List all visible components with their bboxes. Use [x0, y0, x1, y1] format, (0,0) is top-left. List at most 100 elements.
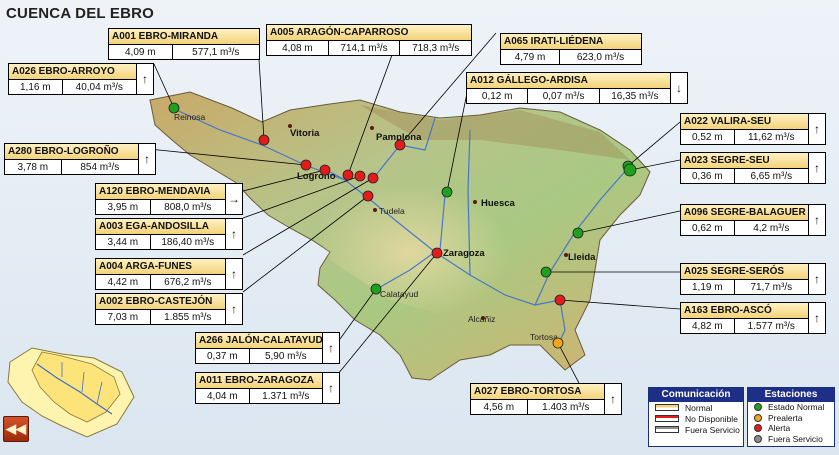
- station-flow: 1.371 m³/s: [250, 389, 323, 404]
- station-level: 4,42 m: [96, 275, 151, 290]
- station-title: A022 VALIRA-SEU: [681, 114, 809, 130]
- station-title: A163 EBRO-ASCÓ: [681, 303, 809, 319]
- trend-arrow-icon: ↑: [808, 153, 825, 183]
- station-title: A003 EGA-ANDOSILLA: [96, 219, 226, 235]
- station-box-a023[interactable]: A023 SEGRE-SEU 0,36 m 6,65 m³/s ↑: [680, 152, 826, 184]
- city-label: Lleida: [568, 252, 596, 263]
- station-flow: 186,40 m³/s: [151, 235, 226, 250]
- station-marker-a025[interactable]: [540, 266, 552, 278]
- station-marker-a065[interactable]: [394, 139, 406, 151]
- station-title: A025 SEGRE-SERÓS: [681, 264, 809, 280]
- legend-comunicacion: Comunicación Normal No Disponible Fuera Se…: [648, 387, 744, 447]
- legend-comunicacion-item: Fuera Servicio: [649, 424, 743, 435]
- legend-estaciones: Estaciones Estado Normal Prealerta Alerta F…: [747, 387, 835, 447]
- station-flow: 6,65 m³/s: [735, 169, 809, 184]
- station-box-a005[interactable]: A005 ARAGÓN-CAPARROSO 4,08 m 714,1 m³/s 718…: [266, 24, 472, 56]
- station-title: A026 EBRO-ARROYO: [9, 64, 137, 80]
- station-box-a012[interactable]: A012 GÁLLEGO-ARDISA 0,12 m 0,07 m³/s 16,35 …: [466, 72, 688, 104]
- legend-dot-icon: [754, 424, 762, 433]
- city-label: Alcañiz: [468, 314, 495, 324]
- station-box-a001[interactable]: A001 EBRO-MIRANDA 4,09 m 577,1 m³/s: [108, 28, 260, 60]
- station-flow: 0,07 m³/s: [528, 89, 600, 104]
- station-box-a266[interactable]: A266 JALÓN-CALATAYUD 0,37 m 5,90 m³/s ↑: [195, 332, 340, 364]
- station-box-a022[interactable]: A022 VALIRA-SEU 0,52 m 11,62 m³/s ↑: [680, 113, 826, 145]
- station-marker-a023[interactable]: [623, 163, 637, 177]
- station-marker-a026[interactable]: [168, 102, 180, 114]
- station-marker-a001[interactable]: [258, 134, 270, 146]
- station-flow: 5,90 m³/s: [250, 349, 323, 364]
- trend-arrow-icon: ↑: [322, 333, 339, 363]
- station-title: A280 EBRO-LOGROÑO: [5, 144, 139, 160]
- station-marker-a002[interactable]: [362, 190, 374, 202]
- station-level: 4,82 m: [681, 319, 735, 334]
- station-box-a163[interactable]: A163 EBRO-ASCÓ 4,82 m 1.577 m³/s ↑: [680, 302, 826, 334]
- station-flow2: 16,35 m³/s: [600, 89, 671, 104]
- legend-comunicacion-title: Comunicación: [649, 388, 743, 402]
- station-level: 4,79 m: [501, 50, 560, 65]
- station-flow: 808,0 m³/s: [151, 200, 226, 215]
- station-box-a027[interactable]: A027 EBRO-TORTOSA 4,56 m 1.403 m³/s ↑: [470, 383, 622, 415]
- station-box-a026[interactable]: A026 EBRO-ARROYO 1,16 m 40,04 m³/s ↑: [8, 63, 154, 95]
- legend-label: No Disponible: [685, 413, 738, 424]
- station-level: 4,56 m: [471, 400, 528, 415]
- station-level: 0,52 m: [681, 130, 735, 145]
- station-flow: 623,0 m³/s: [576, 52, 625, 63]
- station-marker-a004[interactable]: [367, 172, 379, 184]
- station-marker-a011[interactable]: [431, 247, 443, 259]
- station-title: A002 EBRO-CASTEJÓN: [96, 294, 226, 310]
- legend-dot-icon: [754, 434, 762, 443]
- station-marker-a266[interactable]: [370, 283, 382, 295]
- station-box-a004[interactable]: A004 ARGA-FUNES 4,42 m 676,2 m³/s ↑: [95, 258, 243, 290]
- trend-arrow-icon: ↑: [136, 64, 153, 94]
- page-title: CUENCA DEL EBRO: [6, 5, 155, 22]
- trend-arrow-icon: ↑: [225, 294, 242, 324]
- station-box-a002[interactable]: A002 EBRO-CASTEJÓN 7,03 m 1.855 m³/s ↑: [95, 293, 243, 325]
- trend-arrow-icon: ↑: [808, 205, 825, 235]
- station-title: A120 EBRO-MENDAVIA: [96, 184, 226, 200]
- station-marker-a120[interactable]: [319, 164, 331, 176]
- station-flow: 40,04 m³/s: [63, 80, 137, 95]
- trend-arrow-icon: ↑: [808, 114, 825, 144]
- station-marker-a163[interactable]: [554, 294, 566, 306]
- station-marker-a003[interactable]: [354, 170, 366, 182]
- city-label: Reinosa: [174, 112, 205, 122]
- station-level: 4,08 m: [267, 41, 329, 56]
- legend-estaciones-item: Prealerta: [748, 413, 834, 424]
- station-marker-a027[interactable]: [552, 337, 564, 349]
- station-level: 4,04 m: [196, 389, 250, 404]
- legend-dot-icon: [754, 403, 762, 412]
- station-title: A266 JALÓN-CALATAYUD: [196, 333, 323, 349]
- station-title: A065 IRATI-LIÉDENA: [501, 34, 641, 50]
- station-marker-a280[interactable]: [300, 159, 312, 171]
- legend-label: Prealerta: [768, 412, 803, 423]
- station-box-a065[interactable]: A065 IRATI-LIÉDENA 4,79 m 623,0 m³/s: [500, 33, 642, 65]
- legend-label: Estado Normal: [768, 402, 825, 413]
- station-flow: 1.577 m³/s: [735, 319, 809, 334]
- station-flow: 1.855 m³/s: [151, 310, 226, 325]
- trend-arrow-icon: →: [225, 184, 242, 214]
- station-box-a120[interactable]: A120 EBRO-MENDAVIA 3,95 m 808,0 m³/s →: [95, 183, 243, 215]
- legend-label: Fuera Servicio: [685, 424, 740, 435]
- city-label: Calatayud: [380, 289, 419, 299]
- station-level: 3,95 m: [96, 200, 151, 215]
- station-level: 3,44 m: [96, 235, 151, 250]
- station-box-a003[interactable]: A003 EGA-ANDOSILLA 3,44 m 186,40 m³/s ↑: [95, 218, 243, 250]
- station-level: 0,36 m: [681, 169, 735, 184]
- trend-arrow-icon: ↑: [808, 303, 825, 333]
- station-level: 0,12 m: [467, 89, 529, 104]
- station-box-a280[interactable]: A280 EBRO-LOGROÑO 3,78 m 854 m³/s ↑: [4, 143, 156, 175]
- back-button[interactable]: ◀◀: [3, 416, 29, 442]
- station-flow: 4,2 m³/s: [735, 221, 809, 236]
- station-box-a011[interactable]: A011 EBRO-ZARAGOZA 4,04 m 1.371 m³/s ↑: [195, 372, 340, 404]
- station-box-a025[interactable]: A025 SEGRE-SERÓS 1,19 m 71,7 m³/s ↑: [680, 263, 826, 295]
- station-flow: 1.403 m³/s: [528, 400, 605, 415]
- station-marker-a096[interactable]: [572, 227, 584, 239]
- legend-comunicacion-item: No Disponible: [649, 413, 743, 424]
- trend-arrow-icon: ↓: [670, 73, 687, 103]
- station-marker-a005[interactable]: [342, 169, 354, 181]
- trend-arrow-icon: ↑: [808, 264, 825, 294]
- legend-estaciones-item: Fuera Servicio: [748, 434, 834, 445]
- station-marker-a012[interactable]: [441, 186, 453, 198]
- station-level: 4,09 m: [109, 45, 173, 60]
- station-box-a096[interactable]: A096 SEGRE-BALAGUER 0,62 m 4,2 m³/s ↑: [680, 204, 826, 236]
